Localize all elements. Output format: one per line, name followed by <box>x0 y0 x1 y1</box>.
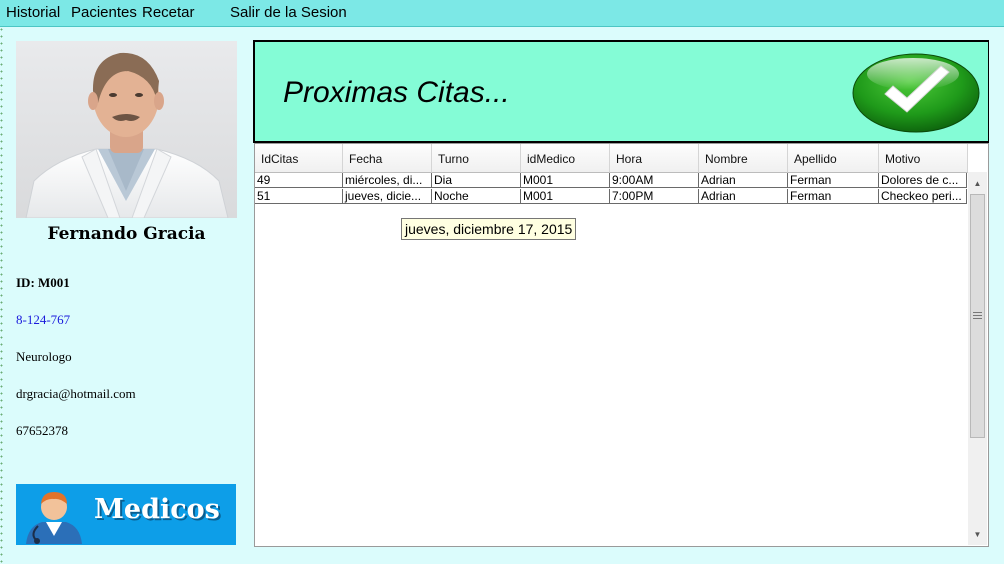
menu-bar: Historial Pacientes Recetar Salir de la … <box>0 0 1004 27</box>
cell-idcitas[interactable]: 49 <box>255 173 343 188</box>
cell-motivo[interactable]: Checkeo peri... <box>879 189 967 204</box>
cell-hora[interactable]: 7:00PM <box>610 189 699 204</box>
menu-logout[interactable]: Salir de la Sesion <box>230 4 347 21</box>
cell-motivo[interactable]: Dolores de c... <box>879 173 967 188</box>
cell-turno[interactable]: Dia <box>432 173 521 188</box>
cell-idmedico[interactable]: M001 <box>521 173 610 188</box>
menu-recetar[interactable]: Recetar <box>142 4 195 21</box>
column-header-turno[interactable]: Turno <box>432 144 521 173</box>
column-header-nombre[interactable]: Nombre <box>699 144 788 173</box>
page-title: Proximas Citas... <box>283 76 510 109</box>
column-header-apellido[interactable]: Apellido <box>788 144 879 173</box>
doctor-specialty: Neurologo <box>16 349 72 364</box>
cell-turno[interactable]: Noche <box>432 189 521 204</box>
cell-fecha[interactable]: jueves, dicie... <box>343 189 432 204</box>
table-row[interactable]: 51 jueves, dicie... Noche M001 7:00PM Ad… <box>255 189 967 204</box>
scroll-thumb[interactable] <box>970 194 985 438</box>
cell-nombre[interactable]: Adrian <box>699 173 788 188</box>
column-header-motivo[interactable]: Motivo <box>879 144 968 173</box>
medicos-banner-label: Medicos <box>94 494 220 525</box>
left-edge-texture <box>0 26 3 564</box>
doctor-avatar-icon <box>20 486 88 549</box>
vertical-scrollbar[interactable]: ▲ ▼ <box>968 172 987 545</box>
cell-nombre[interactable]: Adrian <box>699 189 788 204</box>
menu-pacientes[interactable]: Pacientes <box>71 4 137 21</box>
checkmark-icon[interactable] <box>851 50 981 134</box>
scroll-down-icon[interactable]: ▼ <box>968 527 987 543</box>
doctor-phone: 8-124-767 <box>16 312 71 327</box>
cell-tooltip: jueves, diciembre 17, 2015 <box>401 218 577 240</box>
column-header-idcitas[interactable]: IdCitas <box>255 144 343 173</box>
upcoming-appointments-header: Proximas Citas... <box>253 40 990 143</box>
cell-hora[interactable]: 9:00AM <box>610 173 699 188</box>
scroll-up-icon[interactable]: ▲ <box>968 176 987 192</box>
cell-apellido[interactable]: Ferman <box>788 173 879 188</box>
doctor-mobile: 67652378 <box>16 423 68 438</box>
column-header-idmedico[interactable]: idMedico <box>521 144 610 173</box>
cell-apellido[interactable]: Ferman <box>788 189 879 204</box>
table-row[interactable]: 49 miércoles, di... Dia M001 9:00AM Adri… <box>255 173 967 188</box>
appointments-table[interactable]: IdCitas Fecha Turno idMedico Hora Nombre… <box>254 143 989 547</box>
cell-idcitas[interactable]: 51 <box>255 189 343 204</box>
doctor-email: drgracia@hotmail.com <box>16 386 136 401</box>
menu-historial[interactable]: Historial <box>6 4 60 21</box>
column-header-fecha[interactable]: Fecha <box>343 144 432 173</box>
doctor-photo <box>16 41 237 218</box>
right-margin <box>989 40 1004 546</box>
doctor-name: Fernando Gracia <box>47 224 206 244</box>
medicos-banner[interactable]: Medicos <box>16 484 236 545</box>
cell-fecha[interactable]: miércoles, di... <box>343 173 432 188</box>
cell-idmedico[interactable]: M001 <box>521 189 610 204</box>
column-header-hora[interactable]: Hora <box>610 144 699 173</box>
doctor-id: ID: M001 <box>16 275 70 290</box>
